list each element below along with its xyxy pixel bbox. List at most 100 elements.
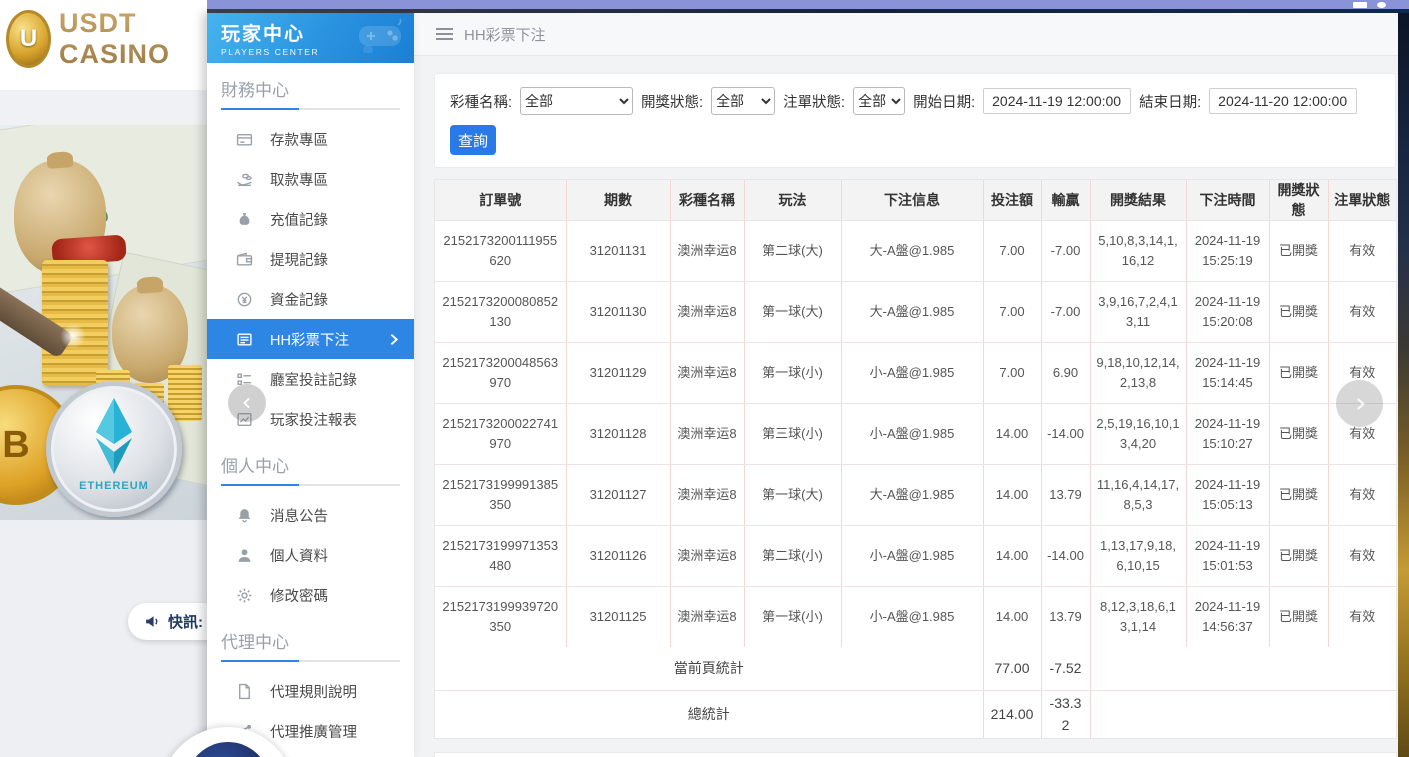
draw-status-select[interactable]: 全部	[711, 87, 775, 115]
browser-icon	[1377, 2, 1386, 8]
table-cell: 2152173200022741970	[435, 404, 566, 465]
person-icon	[236, 547, 253, 564]
table-cell: 14.00	[983, 587, 1041, 648]
table-cell: 13.79	[1041, 587, 1090, 648]
column-header: 下注時間	[1186, 180, 1269, 221]
topbar: HH彩票下注	[414, 13, 1398, 56]
table-cell: 小-A盤@1.985	[841, 404, 983, 465]
bell-icon	[236, 507, 253, 524]
site-logo[interactable]: U USDT CASINO	[6, 8, 207, 70]
table-cell: 2152173199991385350	[435, 465, 566, 526]
deposit-card-icon	[236, 131, 253, 148]
sidebar-item-funds-records[interactable]: 資金記錄	[207, 279, 414, 319]
sidebar-collapse-button[interactable]	[228, 384, 266, 422]
funds-coin-icon	[236, 291, 253, 308]
order-status-label: 注單狀態:	[783, 91, 845, 112]
screen: U USDT CASINO KB 46279 B	[0, 0, 1409, 757]
column-header: 輸贏	[1041, 180, 1090, 221]
sidebar-item-label: 提現記錄	[270, 249, 328, 270]
table-cell: 大-A盤@1.985	[841, 221, 983, 282]
table-row: 215217319999138535031201127澳洲幸运8第一球(大)大-…	[435, 465, 1396, 526]
table-cell: 已開獎	[1269, 221, 1328, 282]
table-cell: 2024-11-19 15:05:13	[1186, 465, 1269, 526]
browser-icon	[1353, 2, 1367, 8]
table-cell: 已開獎	[1269, 465, 1328, 526]
sidebar-item-recharge-records[interactable]: 充值記錄	[207, 199, 414, 239]
table-cell: 7.00	[983, 221, 1041, 282]
table-cell: 14.00	[983, 404, 1041, 465]
column-header: 開獎狀態	[1269, 180, 1328, 221]
table-cell: 2024-11-19 15:10:27	[1186, 404, 1269, 465]
table-cell: -7.00	[1041, 282, 1090, 343]
table-cell: 有效	[1328, 221, 1396, 282]
table-cell: 5,10,8,3,14,1,16,12	[1090, 221, 1186, 282]
sidebar-item-deposit-zone[interactable]: 存款專區	[207, 119, 414, 159]
sidebar-item-profile[interactable]: 個人資料	[207, 535, 414, 575]
table-cell: 13.79	[1041, 465, 1090, 526]
end-date-input[interactable]	[1209, 88, 1357, 114]
sidebar-item-withdrawal-records[interactable]: 提現記錄	[207, 239, 414, 279]
table-cell: 31201131	[566, 221, 670, 282]
menu-toggle-icon[interactable]	[436, 28, 453, 40]
ethereum-diamond-icon	[88, 394, 140, 478]
table-cell: 大-A盤@1.985	[841, 282, 983, 343]
table-cell: -14.00	[1041, 526, 1090, 587]
total-summary-row: 總統計214.00-33.32	[435, 691, 1396, 739]
lottery-doc-icon	[236, 331, 253, 348]
logo-text: USDT CASINO	[59, 8, 207, 70]
sidebar-header: 玩家中心 PLAYERS CENTER	[207, 13, 414, 63]
search-button[interactable]: 查詢	[450, 125, 496, 155]
document-icon	[236, 683, 253, 700]
table-cell: 9,18,10,12,14,2,13,8	[1090, 343, 1186, 404]
content: 彩種名稱: 全部 開獎狀態: 全部 注單狀態: 全部 開始日期: 結束日期: 查…	[414, 56, 1398, 757]
sidebar-item-withdraw-zone[interactable]: 取款專區	[207, 159, 414, 199]
chevron-left-icon	[239, 395, 255, 411]
sidebar-item-label: 消息公告	[270, 505, 328, 526]
lottery-name-select[interactable]: 全部	[520, 87, 633, 115]
summary-amount: 214.00	[983, 691, 1041, 739]
table-cell: 7.00	[983, 282, 1041, 343]
sidebar-item-agent-rules[interactable]: 代理規則說明	[207, 671, 414, 711]
table-cell: 14.00	[983, 526, 1041, 587]
summary-label: 當前頁統計	[435, 647, 983, 691]
order-status-select[interactable]: 全部	[853, 87, 905, 115]
background-right-strip	[1398, 9, 1409, 757]
promo-photo: KB 46279 B ETHEREUM	[0, 125, 207, 520]
table-cell: 31201125	[566, 587, 670, 648]
table-cell: 7.00	[983, 343, 1041, 404]
table-cell: 第二球(大)	[744, 221, 841, 282]
filter-panel: 彩種名稱: 全部 開獎狀態: 全部 注單狀態: 全部 開始日期: 結束日期: 查…	[434, 73, 1396, 168]
column-header: 下注信息	[841, 180, 983, 221]
table-cell: 2024-11-19 15:20:08	[1186, 282, 1269, 343]
table-row: 215217320011195562031201131澳洲幸运8第二球(大)大-…	[435, 221, 1396, 282]
section-underline	[221, 660, 400, 662]
logo-coin-icon: U	[6, 10, 51, 68]
bets-table-card: 訂單號期數彩種名稱玩法下注信息投注額輸贏開獎結果下注時間開獎狀態注單狀態 215…	[434, 179, 1397, 739]
table-cell: 有效	[1328, 526, 1396, 587]
column-header: 期數	[566, 180, 670, 221]
table-cell: 31201130	[566, 282, 670, 343]
gear-icon	[236, 587, 253, 604]
table-cell: 第二球(小)	[744, 526, 841, 587]
table-cell: 大-A盤@1.985	[841, 465, 983, 526]
table-cell: 小-A盤@1.985	[841, 587, 983, 648]
column-header: 彩種名稱	[670, 180, 744, 221]
sidebar-item-announcements[interactable]: 消息公告	[207, 495, 414, 535]
sidebar-item-hh-lottery-bets[interactable]: HH彩票下注	[207, 319, 414, 359]
table-cell: 31201129	[566, 343, 670, 404]
sidebar-item-change-password[interactable]: 修改密碼	[207, 575, 414, 615]
table-cell: 2152173200111955620	[435, 221, 566, 282]
table-cell: 已開獎	[1269, 526, 1328, 587]
table-cell: 小-A盤@1.985	[841, 343, 983, 404]
table-cell: 澳洲幸运8	[670, 526, 744, 587]
table-cell: 11,16,4,14,17,8,5,3	[1090, 465, 1186, 526]
table-cell: 第一球(小)	[744, 343, 841, 404]
browser-top-strip	[207, 0, 1409, 9]
page-title: HH彩票下注	[464, 24, 546, 45]
scroll-float-button[interactable]	[1336, 380, 1383, 427]
start-date-input[interactable]	[983, 88, 1131, 114]
draw-status-label: 開獎狀態:	[641, 91, 703, 112]
lottery-name-label: 彩種名稱:	[450, 91, 512, 112]
table-cell: 已開獎	[1269, 343, 1328, 404]
table-cell: 有效	[1328, 587, 1396, 648]
